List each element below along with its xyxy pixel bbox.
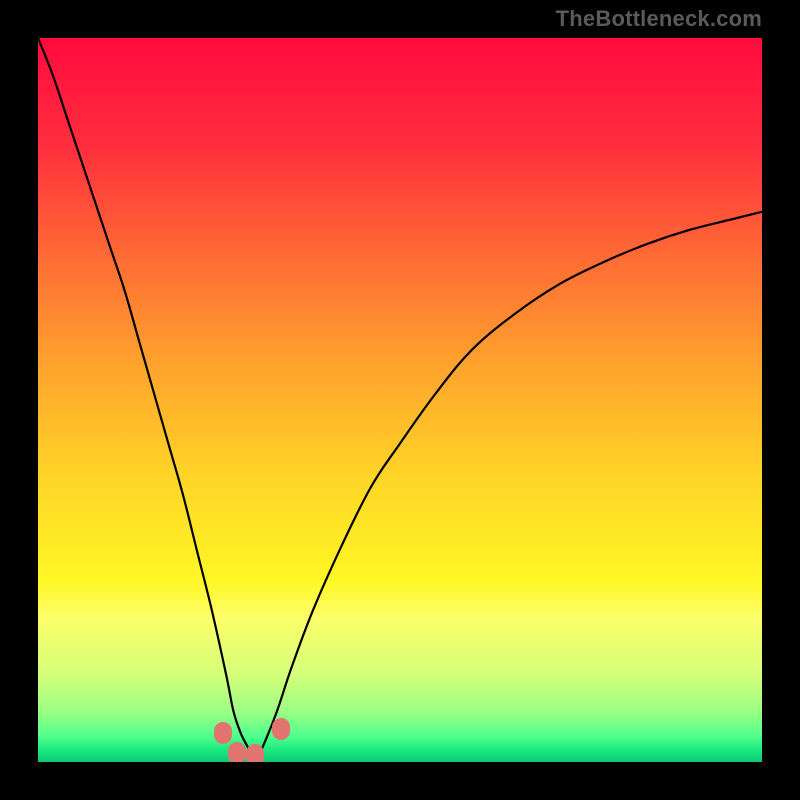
chart-frame: TheBottleneck.com <box>0 0 800 800</box>
trough-marker <box>272 718 290 740</box>
trough-marker <box>246 744 264 762</box>
trough-marker <box>214 722 232 744</box>
trough-marker <box>228 742 246 762</box>
watermark-text: TheBottleneck.com <box>556 6 762 32</box>
bottleneck-curve <box>38 38 762 762</box>
plot-area <box>38 38 762 762</box>
